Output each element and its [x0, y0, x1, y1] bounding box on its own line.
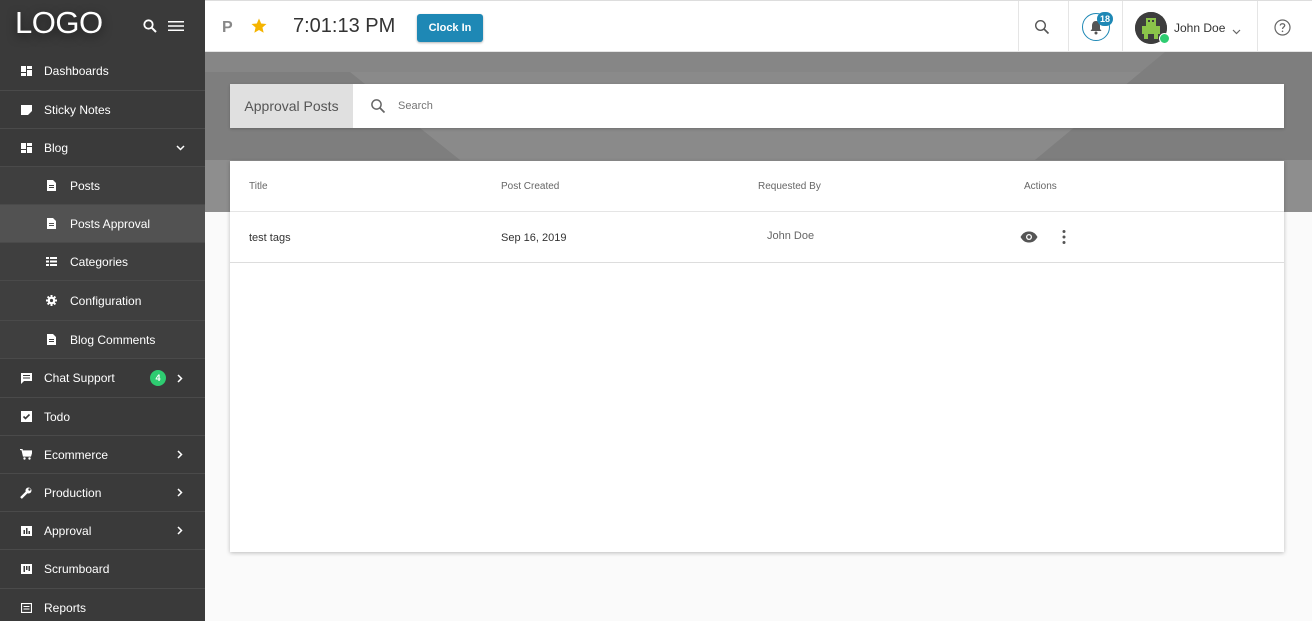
report-icon: [20, 602, 32, 614]
chart-icon: [20, 525, 32, 537]
sidebar-item-todo[interactable]: Todo: [0, 398, 205, 436]
chevron-down-icon: [175, 143, 185, 153]
sidebar-item-label: Configuration: [70, 293, 142, 308]
document-icon: [45, 334, 57, 346]
chevron-right-icon: [175, 450, 185, 460]
sidebar-item-label: Scrumboard: [44, 562, 110, 576]
column-header-actions: Actions: [1024, 181, 1057, 192]
sidebar-item-posts[interactable]: Posts: [0, 167, 205, 205]
chat-count-badge: 4: [150, 370, 166, 386]
column-header-requested-by[interactable]: Requested By: [758, 181, 821, 192]
sidebar-item-label: Blog: [44, 140, 69, 155]
view-icon[interactable]: [1020, 230, 1038, 244]
search-icon: [370, 98, 386, 114]
search-input[interactable]: [398, 96, 998, 116]
top-bar: P 7:01:13 PM Clock In 18 John Doe: [205, 0, 1312, 53]
wrench-icon: [20, 487, 32, 499]
sidebar-item-configuration[interactable]: Configuration: [0, 281, 205, 321]
sidebar-item-blog[interactable]: Blog: [0, 129, 205, 167]
online-status-icon: [1159, 33, 1170, 44]
user-name[interactable]: John Doe: [1174, 21, 1225, 35]
sidebar-item-posts-approval[interactable]: Posts Approval: [0, 205, 205, 243]
star-icon[interactable]: [250, 17, 268, 35]
dashboard-icon: [20, 142, 32, 154]
sidebar-item-approval[interactable]: Approval: [0, 512, 205, 550]
sidebar-item-production[interactable]: Production: [0, 474, 205, 512]
approval-posts-table: Title Post Created Requested By Actions …: [230, 161, 1284, 552]
sidebar-item-label: Production: [44, 485, 102, 500]
more-options-icon[interactable]: [1059, 229, 1069, 245]
sidebar-item-sticky-notes[interactable]: Sticky Notes: [0, 91, 205, 129]
sidebar-item-scrumboard[interactable]: Scrumboard: [0, 550, 205, 589]
divider: [1257, 1, 1258, 53]
sidebar-item-label: Posts Approval: [70, 216, 151, 231]
cart-icon: [20, 449, 32, 461]
sidebar-item-label: Chat Support: [44, 371, 115, 385]
sidebar-item-reports[interactable]: Reports: [0, 589, 205, 621]
sidebar-item-label: Dashboards: [44, 64, 109, 78]
note-icon: [20, 104, 32, 116]
sidebar-item-chat-support[interactable]: Chat Support 4: [0, 359, 205, 398]
dashboard-icon: [20, 65, 32, 77]
search-icon[interactable]: [141, 17, 159, 35]
document-icon: [45, 218, 57, 230]
logo[interactable]: LOGO: [15, 5, 103, 41]
sidebar-item-label: Todo: [44, 409, 71, 424]
sidebar-item-label: Sticky Notes: [44, 102, 111, 117]
sidebar-item-label: Ecommerce: [44, 447, 109, 462]
checkbox-icon: [20, 411, 32, 423]
chevron-right-icon: [175, 488, 185, 498]
sidebar-item-label: Approval: [44, 523, 92, 538]
sidebar-item-ecommerce[interactable]: Ecommerce: [0, 436, 205, 474]
cell-post-created: Sep 16, 2019: [501, 232, 567, 244]
chevron-right-icon: [175, 373, 185, 383]
search-panel: Approval Posts: [230, 84, 1284, 128]
divider: [1018, 1, 1019, 53]
divider: [1068, 1, 1069, 53]
chevron-right-icon: [175, 526, 185, 536]
project-initial[interactable]: P: [222, 19, 233, 37]
clock-time: 7:01:13 PM: [293, 15, 396, 37]
sidebar-item-categories[interactable]: Categories: [0, 243, 205, 281]
sidebar-item-blog-comments[interactable]: Blog Comments: [0, 321, 205, 359]
gear-icon: [45, 295, 57, 307]
help-icon[interactable]: [1274, 19, 1291, 36]
sidebar-item-label: Blog Comments: [70, 332, 156, 347]
sidebar-header: LOGO: [0, 0, 205, 52]
sidebar-item-label: Categories: [70, 254, 129, 269]
clock-in-button[interactable]: Clock In: [417, 14, 483, 42]
cell-title: test tags: [249, 232, 291, 244]
sidebar-item-label: Posts: [70, 178, 101, 193]
notification-count-badge: 18: [1097, 12, 1113, 26]
cell-requested-by: John Doe: [767, 230, 815, 242]
sidebar-item-label: Reports: [44, 600, 87, 615]
board-icon: [20, 563, 32, 575]
column-header-title[interactable]: Title: [249, 181, 268, 192]
list-icon: [45, 256, 57, 268]
document-icon: [45, 180, 57, 192]
sidebar: LOGO Dashboards Sticky Notes Blog Posts …: [0, 0, 205, 621]
sidebar-item-dashboards[interactable]: Dashboards: [0, 52, 205, 91]
divider: [1122, 1, 1123, 53]
table-row[interactable]: test tags Sep 16, 2019 John Doe: [230, 212, 1284, 263]
hamburger-menu-icon[interactable]: [167, 17, 185, 35]
page-title: Approval Posts: [230, 84, 353, 128]
chat-icon: [20, 372, 32, 384]
chevron-down-icon[interactable]: [1232, 22, 1241, 35]
column-header-post-created[interactable]: Post Created: [501, 181, 559, 192]
search-icon[interactable]: [1034, 19, 1050, 35]
